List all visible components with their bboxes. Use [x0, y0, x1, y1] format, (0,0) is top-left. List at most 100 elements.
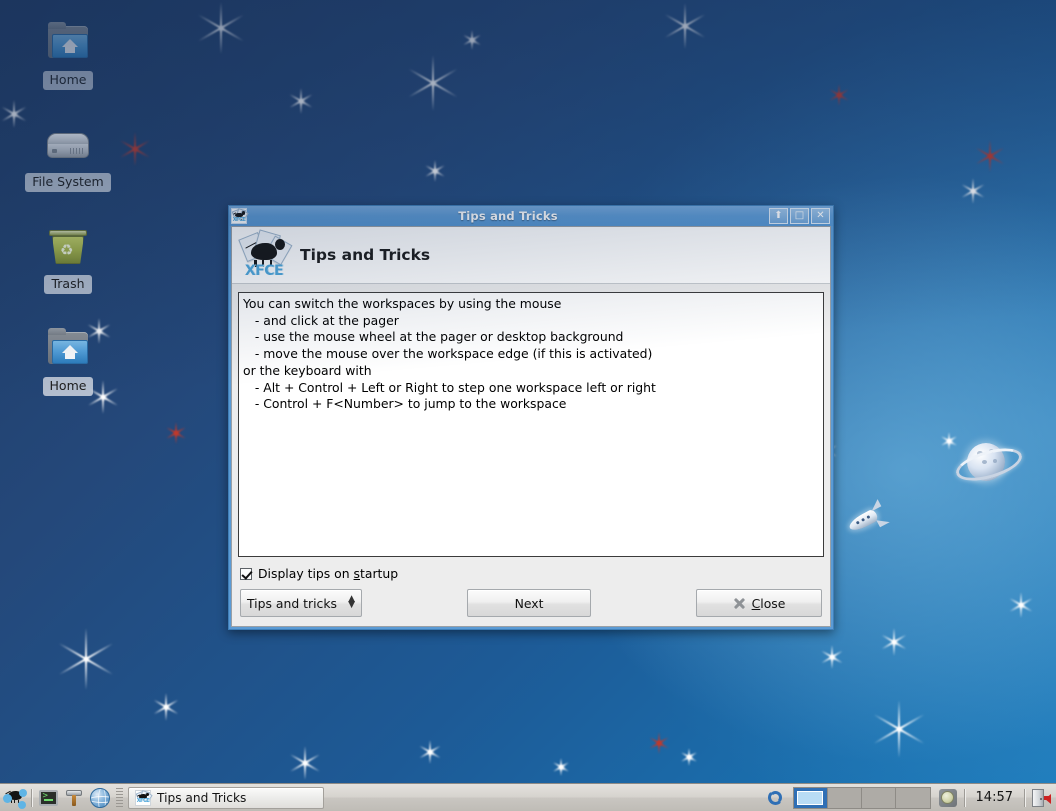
desktop-icon-file-system[interactable]: File System: [22, 122, 114, 192]
xfce-wordmark: XFCE: [232, 216, 246, 223]
rocket-hull: [846, 508, 880, 534]
panel-separator: [1024, 788, 1025, 807]
xfce-wordmark: XFCE: [244, 263, 284, 280]
dialog-title: Tips and Tricks: [300, 246, 431, 264]
taskbar-panel[interactable]: XFCE Tips and Tricks 14:57: [0, 783, 1056, 811]
dialog-header: XFCE Tips and Tricks: [232, 227, 830, 284]
star-icon: [828, 84, 850, 106]
planet-crater: [977, 451, 983, 456]
tips-and-tricks-window[interactable]: XFCE Tips and Tricks ⬆ □ ✕ XFCE Tips and…: [228, 205, 834, 630]
star-icon: [55, 628, 117, 690]
maximize-button[interactable]: □: [790, 208, 809, 224]
planet-body: [967, 443, 1005, 481]
star-icon: [662, 3, 708, 49]
window-controls: ⬆ □ ✕: [769, 208, 831, 224]
star-icon: [648, 732, 670, 754]
category-combobox[interactable]: Tips and tricks ▲ ▼: [240, 589, 362, 617]
sync-refresh-icon-button[interactable]: [763, 785, 789, 811]
window-titlebar[interactable]: XFCE Tips and Tricks ⬆ □ ✕: [229, 206, 833, 226]
rocket-window: [861, 517, 866, 522]
web-browser-launcher[interactable]: [87, 785, 113, 811]
sync-refresh-icon: [767, 789, 785, 807]
star-icon: [165, 422, 187, 444]
window-body: XFCE Tips and Tricks You can switch the …: [231, 226, 831, 627]
folder-home-icon: [44, 20, 92, 68]
xfce-mouse-icon: [3, 787, 27, 809]
close-x-icon: [733, 597, 746, 610]
workspace-1[interactable]: [793, 787, 828, 808]
rocket-fin: [876, 515, 890, 528]
desktop-icon-label: Home: [42, 377, 94, 396]
show-desktop-button[interactable]: [935, 785, 961, 811]
window-title: Tips and Tricks: [458, 209, 558, 223]
taskbar-window-button[interactable]: XFCE Tips and Tricks: [128, 786, 324, 809]
display-tips-checkbox-row[interactable]: Display tips on startup: [232, 557, 830, 581]
applications-menu-button[interactable]: [2, 785, 28, 811]
terminal-launcher[interactable]: [35, 785, 61, 811]
category-combobox-value: Tips and tricks: [247, 595, 337, 611]
next-button[interactable]: Next: [467, 589, 591, 617]
star-icon: [680, 748, 698, 766]
close-button[interactable]: ✕: [811, 208, 830, 224]
clock[interactable]: 14:57: [968, 790, 1021, 805]
workspace-pager[interactable]: [792, 786, 931, 809]
star-icon: [940, 432, 958, 450]
desktop[interactable]: Home File System ♻ Trash Home XFCE Tips: [0, 0, 1056, 811]
desktop-icon-label: File System: [25, 173, 111, 192]
star-icon: [195, 2, 247, 54]
star-icon: [405, 55, 461, 111]
xfce-logo-icon: XFCE: [231, 208, 249, 224]
star-icon: [424, 160, 446, 182]
star-icon: [1008, 592, 1034, 618]
planet-crater: [982, 460, 987, 464]
star-icon: [152, 693, 180, 721]
xfce-logo-icon: XFCE: [238, 229, 293, 280]
star-icon: [870, 700, 928, 758]
workspace-3[interactable]: [861, 787, 896, 808]
xfce-logo-icon: XFCE: [135, 789, 153, 806]
settings-launcher[interactable]: [61, 785, 87, 811]
show-desktop-icon: [938, 788, 957, 807]
star-icon: [288, 88, 314, 114]
rocket-window: [866, 515, 871, 520]
panel-separator: [963, 788, 965, 807]
workspace-2[interactable]: [827, 787, 862, 808]
trash-icon: ♻: [44, 224, 92, 272]
rocket-icon: [844, 499, 890, 539]
desktop-icon-trash[interactable]: ♻ Trash: [22, 224, 114, 294]
star-icon: [118, 132, 152, 166]
desktop-icon-home[interactable]: Home: [22, 20, 114, 90]
star-icon: [880, 628, 908, 656]
planet-icon: [952, 435, 1026, 489]
star-icon: [960, 178, 986, 204]
panel-drag-handle[interactable]: [116, 787, 123, 808]
planet-crater: [993, 459, 997, 463]
planet-ring: [952, 442, 1026, 487]
tip-text-area[interactable]: You can switch the workspaces by using t…: [238, 292, 824, 557]
display-tips-checkbox[interactable]: [240, 567, 252, 580]
star-icon: [418, 740, 442, 764]
workspace-4[interactable]: [895, 787, 930, 808]
logout-icon: [1031, 788, 1051, 808]
star-icon: [462, 30, 482, 50]
close-dialog-button[interactable]: Close: [696, 589, 822, 617]
panel-separator: [31, 788, 32, 807]
star-icon: [820, 645, 844, 669]
folder-home-icon: [44, 326, 92, 374]
planet-crater: [989, 449, 994, 453]
close-dialog-label: Close: [751, 595, 786, 611]
terminal-icon: [38, 789, 58, 806]
desktop-icon-home-2[interactable]: Home: [22, 326, 114, 396]
shade-button[interactable]: ⬆: [769, 208, 788, 224]
taskbar-window-label: Tips and Tricks: [157, 790, 247, 805]
globe-icon: [90, 787, 110, 808]
chevron-updown-icon: ▲ ▼: [348, 594, 355, 610]
star-icon: [552, 758, 570, 776]
star-icon: [288, 746, 322, 780]
xfce-wordmark: XFCE: [136, 798, 150, 805]
dialog-button-row: Tips and tricks ▲ ▼ Next Close: [232, 581, 830, 626]
desktop-icon-label: Home: [42, 71, 94, 90]
rocket-window: [855, 520, 860, 525]
logout-button[interactable]: [1028, 785, 1054, 811]
desktop-icon-label: Trash: [44, 275, 92, 294]
